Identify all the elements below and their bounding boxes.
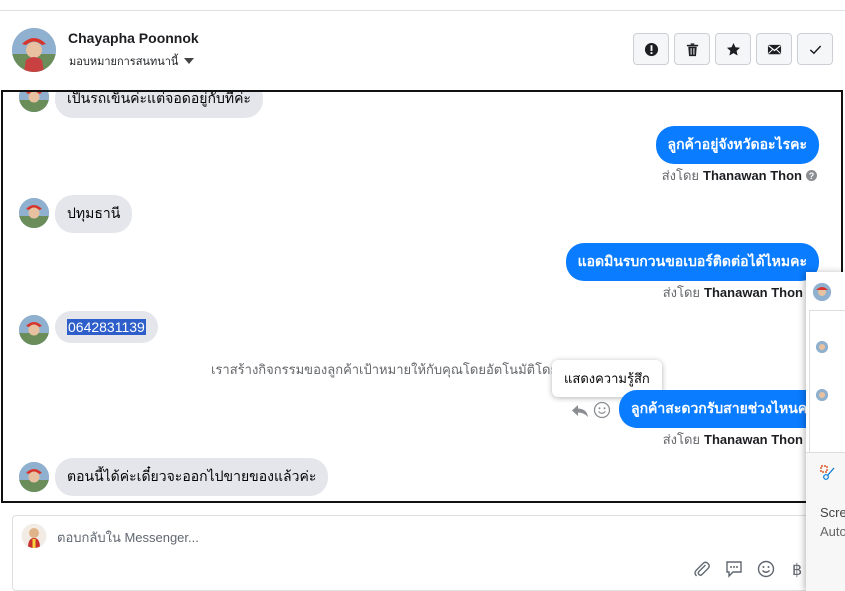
svg-text:฿: ฿: [792, 560, 802, 578]
contact-avatar-small: [19, 462, 49, 492]
trash-icon: [686, 42, 698, 56]
conversation-header: Chayapha Poonnok มอบหมายการสนทนานี้: [0, 11, 845, 91]
help-icon[interactable]: ?: [806, 170, 817, 181]
chat-template-icon: [726, 561, 742, 578]
message-incoming[interactable]: ตอนนี้ได้ค่ะเดี๋ยวจะออกไปขายของแล้วค่ะ: [55, 458, 329, 496]
composer-tools: ฿: [693, 560, 807, 578]
attach-button[interactable]: [693, 560, 711, 578]
star-icon: [726, 42, 740, 55]
star-button[interactable]: [715, 33, 751, 65]
message-outgoing[interactable]: แอดมินรบกวนขอเบอร์ติดต่อได้ไหมคะ: [565, 243, 819, 281]
contact-avatar-small: [19, 198, 49, 228]
popup-subtitle: Auto: [820, 524, 845, 539]
sent-by-prefix: ส่งโดย: [661, 168, 700, 183]
sent-by-label: ส่งโดย Thanawan Thon: [663, 429, 803, 450]
sent-by-label: ส่งโดย Thanawan Thon: [663, 282, 803, 303]
side-thread-avatar: [816, 389, 828, 401]
message-incoming[interactable]: ปทุมธานี: [55, 195, 133, 233]
sent-by-prefix: ส่งโดย: [662, 432, 701, 447]
message-outgoing[interactable]: ลูกค้าสะดวกรับสายช่วงไหนคะ: [619, 390, 821, 428]
reply-icon[interactable]: [571, 403, 589, 419]
caret-down-icon: [184, 58, 195, 64]
contact-avatar-small: [19, 315, 49, 345]
sent-by-name[interactable]: Thanawan Thon: [704, 285, 803, 300]
sent-by-name[interactable]: Thanawan Thon: [704, 432, 803, 447]
payment-button[interactable]: ฿: [789, 560, 807, 578]
side-preview-panel[interactable]: Scre Auto: [806, 272, 845, 591]
mark-done-button[interactable]: [797, 33, 833, 65]
emoji-button[interactable]: [757, 560, 775, 578]
assign-label: มอบหมายการสนทนานี้: [69, 56, 179, 68]
checkmark-icon: [809, 45, 821, 54]
side-preview-thread: [809, 310, 845, 461]
contact-avatar-small: [19, 92, 49, 112]
side-avatar: [813, 283, 831, 301]
mark-unread-button[interactable]: [756, 33, 792, 65]
saved-replies-button[interactable]: [725, 560, 743, 578]
contact-avatar[interactable]: [12, 28, 56, 72]
sent-by-label: ส่งโดย Thanawan Thon ?: [662, 165, 817, 186]
envelope-icon: [767, 44, 781, 54]
system-activity-note: เราสร้างกิจกรรมของลูกค้าเป้าหมายให้กับคุ…: [211, 362, 589, 377]
emoji-icon: [757, 560, 775, 578]
side-thread-avatar: [816, 341, 828, 353]
screenshot-popup[interactable]: Scre Auto: [806, 452, 845, 591]
message-thread[interactable]: เป็นรถเข็นค่ะแต่จอดอยู่กับที่ค่ะ ลูกค้าอ…: [1, 90, 843, 503]
baht-icon: ฿: [792, 560, 802, 578]
mark-spam-button[interactable]: [633, 33, 669, 65]
message-incoming[interactable]: เป็นรถเข็นค่ะแต่จอดอยู่กับที่ค่ะ: [55, 92, 263, 118]
reply-composer: ฿: [12, 515, 822, 591]
exclamation-icon: [644, 42, 658, 56]
page-avatar: [22, 524, 46, 548]
paperclip-icon: [694, 561, 710, 577]
selected-phone-number[interactable]: 0642831139: [67, 319, 146, 335]
emoji-reaction-icon[interactable]: [593, 401, 611, 419]
reply-input[interactable]: [57, 530, 557, 545]
sent-by-name[interactable]: Thanawan Thon: [703, 168, 802, 183]
message-outgoing[interactable]: ลูกค้าอยู่จังหวัดอะไรคะ: [655, 126, 819, 164]
delete-button[interactable]: [674, 33, 710, 65]
popup-title: Scre: [820, 505, 845, 520]
snipping-tool-icon: [820, 465, 835, 480]
conversation-toolbar: [633, 33, 833, 65]
assign-conversation-dropdown[interactable]: มอบหมายการสนทนานี้: [69, 52, 195, 70]
message-incoming[interactable]: 0642831139: [55, 311, 158, 343]
contact-name[interactable]: Chayapha Poonnok: [68, 30, 199, 46]
sent-by-prefix: ส่งโดย: [662, 285, 701, 300]
